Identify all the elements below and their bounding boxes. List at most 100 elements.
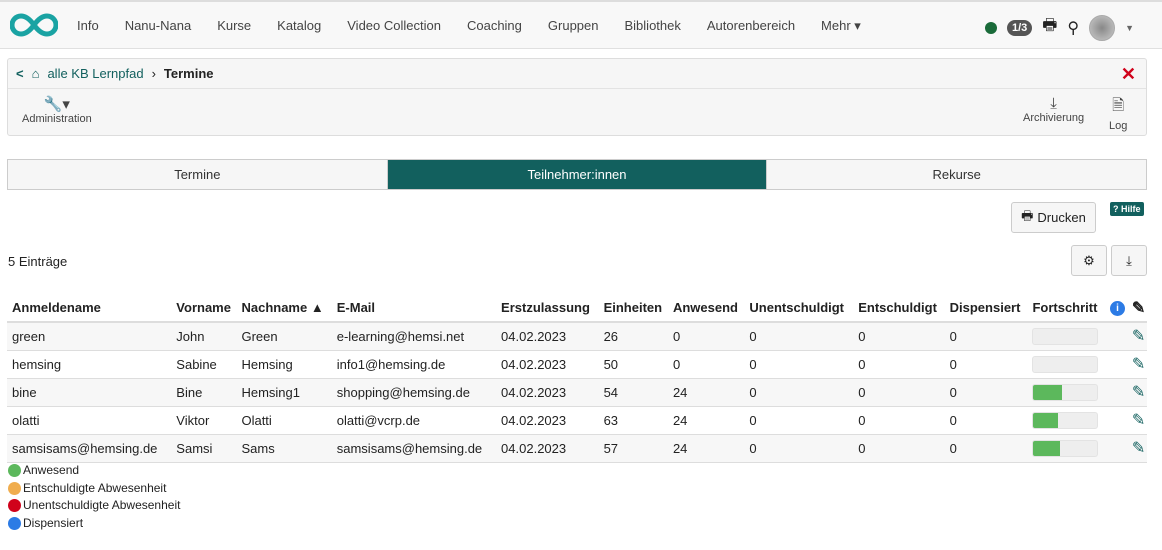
print-icon: 🖶 (1021, 207, 1034, 223)
edit-icon[interactable]: ✎ (1132, 328, 1145, 345)
column-header[interactable]: E-Mail (331, 294, 497, 323)
search-icon[interactable]: ⚲ (1067, 18, 1079, 38)
tab-rekurse[interactable]: Rekurse (766, 160, 1147, 189)
logo-icon[interactable] (10, 13, 58, 37)
column-header[interactable]: Erstzulassung (496, 294, 599, 323)
legend-dot-icon (8, 516, 21, 530)
legend-item: Unentschuldigte Abwesenheit (8, 497, 180, 515)
table-cell: Sams (236, 434, 332, 463)
table-cell: 0 (944, 406, 1028, 435)
table-cell: green (7, 322, 172, 351)
print-icon[interactable]: 🖶 (1042, 14, 1057, 41)
column-header[interactable]: Unentschuldigt (744, 294, 854, 323)
edit-icon[interactable]: ✎ (1132, 300, 1145, 317)
nav-item[interactable]: Gruppen (535, 18, 612, 33)
column-header[interactable]: Vorname (171, 294, 237, 323)
chevron-down-icon[interactable]: ▼ (1125, 23, 1134, 33)
table-cell: Samsi (171, 434, 237, 463)
archive-button[interactable]: ⤓ Archivierung (1023, 95, 1084, 124)
download-icon: ⤓ (1126, 252, 1132, 268)
top-navbar: Info Nanu-Nana Kurse Katalog Video Collectio… (0, 0, 1162, 49)
export-button[interactable]: ⤓ (1111, 245, 1147, 276)
breadcrumb-parent[interactable]: alle KB Lernpfad (47, 66, 143, 81)
table-cell: 57 (598, 434, 668, 463)
gear-icon: ⚙ (1083, 252, 1095, 268)
download-icon: ⤓ (1050, 95, 1057, 112)
table-row: green John Green e-learning@hemsi.net 04.02.… (7, 322, 1147, 351)
course-toolbar-panel: < ⌂ alle KB Lernpfad › Termine ✕ 🔧▾ Admin… (7, 58, 1147, 136)
edit-cell: ✎ (1126, 406, 1147, 435)
nav-item[interactable]: Coaching (454, 18, 535, 33)
table-cell: 0 (744, 350, 854, 379)
column-header[interactable]: Fortschritt (1027, 294, 1105, 323)
avatar[interactable] (1089, 14, 1116, 41)
table-cell: 0 (667, 322, 745, 351)
column-header[interactable]: Entschuldigt (853, 294, 945, 323)
administration-button[interactable]: 🔧▾ Administration (22, 95, 92, 125)
column-header[interactable]: Nachname ▲ (236, 294, 332, 323)
nav-item[interactable]: Nanu-Nana (112, 18, 205, 33)
nav-item[interactable]: Video Collection (334, 18, 454, 33)
table-cell: 24 (667, 434, 745, 463)
print-button[interactable]: 🖶 Drucken (1011, 202, 1096, 233)
home-icon[interactable]: ⌂ (32, 66, 40, 81)
nav-item[interactable]: Info (64, 18, 112, 33)
nav-item[interactable]: Bibliothek (612, 18, 694, 33)
table-cell: 0 (744, 434, 854, 463)
edit-icon[interactable]: ✎ (1132, 412, 1145, 429)
info-icon[interactable]: i (1109, 301, 1125, 316)
table-cell: 0 (944, 434, 1028, 463)
table-cell: 0 (667, 350, 745, 379)
table-cell: 04.02.2023 (496, 378, 599, 407)
nav-item[interactable]: Autorenbereich (694, 18, 808, 33)
table-cell: shopping@hemsing.de (331, 378, 497, 407)
progress-cell (1027, 350, 1105, 379)
nav-item[interactable]: Kurse (204, 18, 264, 33)
progress-bar (1032, 383, 1099, 401)
participants-table: Anmeldename Vorname Nachname ▲ E-Mail Erstzu… (7, 294, 1147, 463)
tab-teilnehmer[interactable]: Teilnehmer:innen (386, 160, 767, 189)
help-button[interactable]: ? Hilfe (1110, 202, 1144, 216)
table-cell: 0 (944, 322, 1028, 351)
chevron-right-icon: › (151, 66, 156, 81)
info-column: i (1104, 294, 1127, 323)
breadcrumb: < ⌂ alle KB Lernpfad › Termine (8, 59, 1146, 89)
table-cell: info1@hemsing.de (331, 350, 497, 379)
table-cell: 04.02.2023 (496, 434, 599, 463)
edit-column: ✎ (1126, 294, 1147, 323)
table-cell: hemsing (7, 350, 172, 379)
window-counter-badge[interactable]: 1/3 (1006, 19, 1033, 36)
table-cell: 54 (598, 378, 668, 407)
nav-item[interactable]: Katalog (264, 18, 334, 33)
progress-cell (1027, 322, 1105, 351)
back-icon[interactable]: < (16, 66, 24, 81)
table-cell: 0 (944, 350, 1028, 379)
table-cell: samsisams@hemsing.de (331, 434, 497, 463)
column-header[interactable]: Dispensiert (944, 294, 1028, 323)
table-cell: olatti (7, 406, 172, 435)
log-button[interactable]: 🗎 Log (1109, 95, 1127, 132)
progress-cell (1027, 378, 1105, 407)
edit-icon[interactable]: ✎ (1132, 384, 1145, 401)
table-cell: e-learning@hemsi.net (331, 322, 497, 351)
column-header[interactable]: Einheiten (598, 294, 668, 323)
settings-button[interactable]: ⚙ (1071, 245, 1107, 276)
table-cell: 0 (853, 406, 945, 435)
column-header[interactable]: Anmeldename (7, 294, 172, 323)
nav-item[interactable]: Mehr ▾ (808, 18, 874, 34)
progress-cell (1027, 406, 1105, 435)
progress-bar (1032, 439, 1099, 457)
table-cell: 0 (744, 406, 854, 435)
table-cell: Green (236, 322, 332, 351)
close-icon[interactable]: ✕ (1121, 64, 1136, 85)
table-row: samsisams@hemsing.de Samsi Sams samsisams@h… (7, 434, 1147, 463)
table-cell: 0 (744, 322, 854, 351)
table-cell: olatti@vcrp.de (331, 406, 497, 435)
tab-termine[interactable]: Termine (8, 160, 387, 189)
edit-icon[interactable]: ✎ (1132, 440, 1145, 457)
edit-icon[interactable]: ✎ (1132, 356, 1145, 373)
table-cell: Olatti (236, 406, 332, 435)
table-row: hemsing Sabine Hemsing info1@hemsing.de 04.0… (7, 350, 1147, 379)
column-header[interactable]: Anwesend (667, 294, 745, 323)
table-cell: 24 (667, 378, 745, 407)
